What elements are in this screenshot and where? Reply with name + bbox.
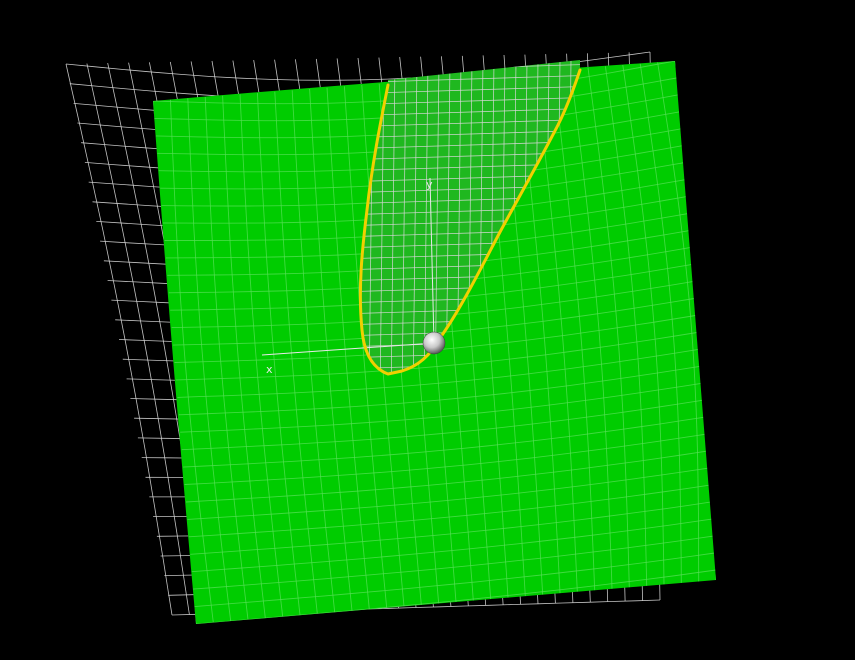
x-axis-label: x	[266, 363, 273, 376]
3d-scene[interactable]: x y	[0, 0, 855, 660]
draggable-point-sphere[interactable]	[422, 331, 446, 355]
y-axis-label: y	[426, 178, 433, 191]
3d-viewport[interactable]: x y	[0, 0, 855, 660]
